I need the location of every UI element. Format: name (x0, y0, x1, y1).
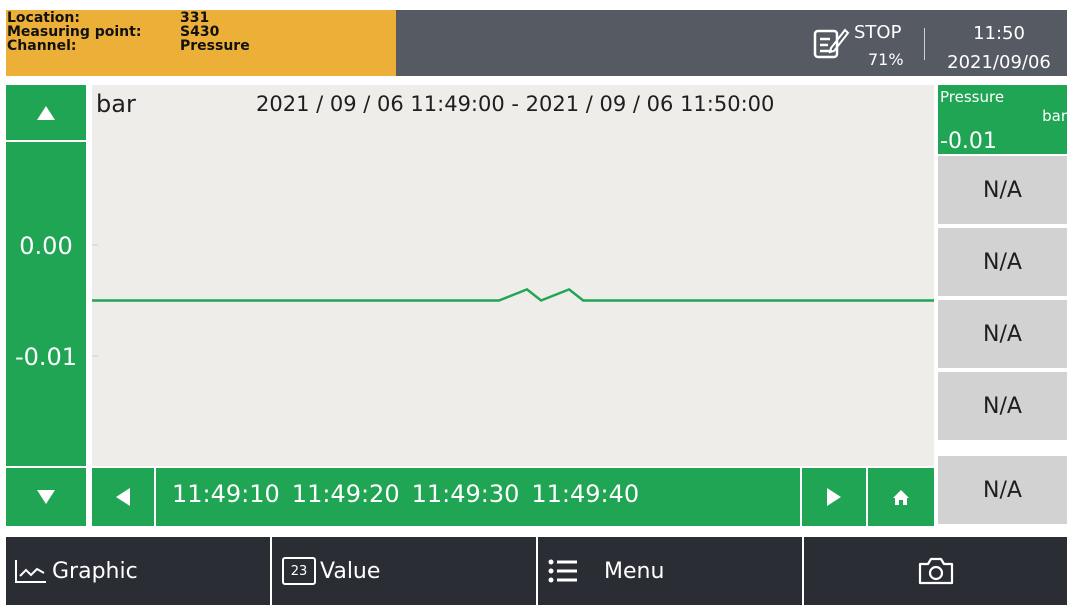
home-button[interactable] (866, 468, 934, 526)
pressure-plot (92, 244, 934, 357)
time-tick-label: 11:49:20 (291, 480, 400, 508)
channel-slot[interactable]: N/A (938, 372, 1067, 442)
graphic-tab[interactable]: Graphic (14, 537, 270, 605)
menu-list-icon (548, 558, 578, 584)
time-navigation-bar: 11:49:10 11:49:20 11:49:30 11:49:40 (92, 468, 934, 526)
status-header: Location: 331 Measuring point: S430 Chan… (6, 10, 1067, 76)
toolbar-divider (536, 537, 538, 605)
y-tick-label: 0.00 (19, 232, 73, 260)
camera-icon (916, 556, 956, 586)
edit-record-icon[interactable] (812, 24, 850, 62)
channel-value-reading: -0.01 (940, 129, 997, 154)
recorder-screen: Location: 331 Measuring point: S430 Chan… (0, 0, 1067, 605)
line-chart-icon (14, 558, 48, 584)
numeric-value-icon: 23 (282, 557, 316, 585)
measurement-info: Location: 331 Measuring point: S430 Chan… (6, 10, 396, 76)
menu-tab[interactable]: Menu (548, 537, 802, 605)
memory-usage: 71% (868, 50, 904, 69)
scroll-right-button[interactable] (800, 468, 866, 526)
record-state: STOP (854, 22, 902, 43)
home-icon (893, 490, 909, 505)
clock-date: 2021/09/06 (947, 52, 1051, 73)
y-axis (6, 85, 86, 466)
screenshot-button[interactable] (804, 537, 1067, 605)
scroll-left-button[interactable] (92, 468, 156, 526)
channel-value: Pressure (180, 38, 250, 54)
location-label: Location: (7, 10, 80, 26)
channel-slot[interactable]: N/A (938, 456, 1067, 526)
arrow-right-icon (827, 488, 841, 506)
clock-time: 11:50 (973, 23, 1025, 44)
arrow-up-icon (37, 105, 55, 120)
active-channel-tile[interactable]: Pressure bar -0.01 (938, 85, 1067, 154)
menu-tab-label: Menu (604, 558, 665, 584)
numeric-value-icon-text: 23 (290, 563, 308, 579)
time-axis-labels: 11:49:10 11:49:20 11:49:30 11:49:40 (172, 480, 651, 508)
arrow-left-icon (116, 488, 130, 506)
toolbar-divider (270, 537, 272, 605)
y-tick-label: -0.01 (14, 343, 78, 371)
time-tick-label: 11:49:40 (531, 480, 640, 508)
graphic-tab-label: Graphic (52, 558, 138, 584)
time-tick-label: 11:49:10 (172, 480, 280, 508)
channel-slot[interactable]: N/A (938, 156, 1067, 226)
header-divider (924, 28, 925, 60)
value-tab-label: Value (320, 558, 381, 584)
channel-name: Pressure (940, 88, 1005, 106)
measuring-point-value: S430 (180, 24, 220, 40)
scale-down-button[interactable] (6, 468, 86, 526)
channel-unit: bar (1042, 107, 1067, 125)
channel-slot[interactable]: N/A (938, 228, 1067, 298)
bottom-toolbar: Graphic 23 Value Menu (6, 537, 1067, 605)
location-value: 331 (180, 10, 210, 26)
measuring-point-label: Measuring point: (7, 24, 142, 40)
value-tab[interactable]: 23 Value (282, 537, 536, 605)
channel-label: Channel: (7, 38, 77, 54)
arrow-down-icon (37, 490, 55, 504)
channel-slot[interactable]: N/A (938, 300, 1067, 370)
pressure-series-line (92, 287, 934, 302)
scale-up-button[interactable] (6, 85, 86, 142)
time-tick-label: 11:49:30 (411, 480, 520, 508)
